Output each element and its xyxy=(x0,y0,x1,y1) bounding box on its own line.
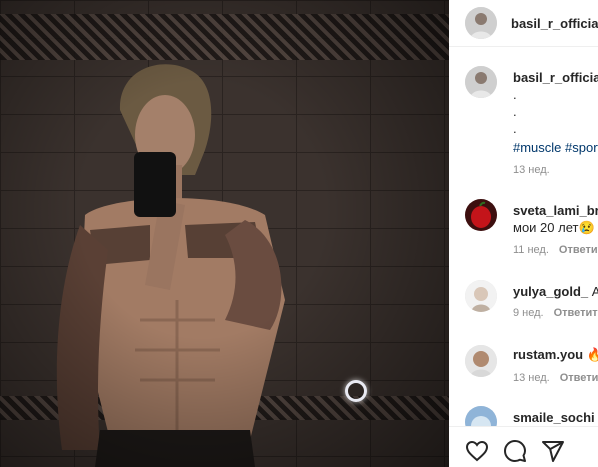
comment-username-text[interactable]: rustam.you xyxy=(513,347,583,362)
caption-dots: . . . xyxy=(513,86,517,137)
author-username[interactable]: basil_r_official xyxy=(511,16,598,31)
caption-dot: . xyxy=(513,104,517,119)
caption-dot: . xyxy=(513,87,517,102)
comment-avatar-sveta[interactable] xyxy=(465,199,497,231)
caption-hashtags[interactable]: #muscle #sport xyxy=(513,140,598,155)
comment-username-text[interactable]: yulya_gold_ xyxy=(513,284,588,299)
heart-icon[interactable] xyxy=(465,439,489,463)
mirror-light-ring xyxy=(345,380,367,402)
comment-username[interactable]: sveta_lami_bro xyxy=(513,203,598,218)
reply-button[interactable]: Ответить xyxy=(554,307,598,319)
comment-icon[interactable] xyxy=(503,439,527,463)
caption-author-username[interactable]: basil_r_official xyxy=(513,70,598,85)
comment-time[interactable]: 9 нед. xyxy=(513,307,544,319)
caption-time[interactable]: 13 нед. xyxy=(513,164,550,176)
reply-button[interactable]: Ответить xyxy=(560,372,598,384)
comment-time[interactable]: 13 нед. xyxy=(513,372,550,384)
caption-dot: . xyxy=(513,121,517,136)
caption-author-avatar[interactable] xyxy=(465,66,497,98)
comment-avatar-rustam[interactable] xyxy=(465,345,497,377)
comment-meta: 11 нед. Ответить xyxy=(513,244,598,256)
comment-meta: 9 нед. Ответить xyxy=(513,307,598,319)
post-sidebar: basil_r_official basil_r_official . . . … xyxy=(449,0,598,467)
comment-avatar-yulya[interactable] xyxy=(465,280,497,312)
author-avatar[interactable] xyxy=(465,7,497,39)
comment-meta: 13 нед. Ответить xyxy=(513,372,598,384)
comment-time[interactable]: 11 нед. xyxy=(513,244,549,256)
comment-username-text[interactable]: smaile_sochi xyxy=(513,410,595,425)
reply-button[interactable]: Ответить xyxy=(559,244,598,256)
photo-vignette xyxy=(0,0,449,467)
comment-text: 🔥 xyxy=(586,347,598,362)
comment-username[interactable]: smaile_sochi Н xyxy=(513,410,598,425)
comment-username[interactable]: yulya_gold_ А xyxy=(513,284,598,299)
post-header: basil_r_official xyxy=(449,0,598,47)
send-icon[interactable] xyxy=(541,439,565,463)
action-bar xyxy=(449,426,598,467)
post-photo[interactable] xyxy=(0,0,449,467)
comment-text: А xyxy=(591,284,598,299)
comment-text: мои 20 лет😢 xyxy=(513,220,595,235)
comment-username[interactable]: rustam.you 🔥 xyxy=(513,347,598,363)
